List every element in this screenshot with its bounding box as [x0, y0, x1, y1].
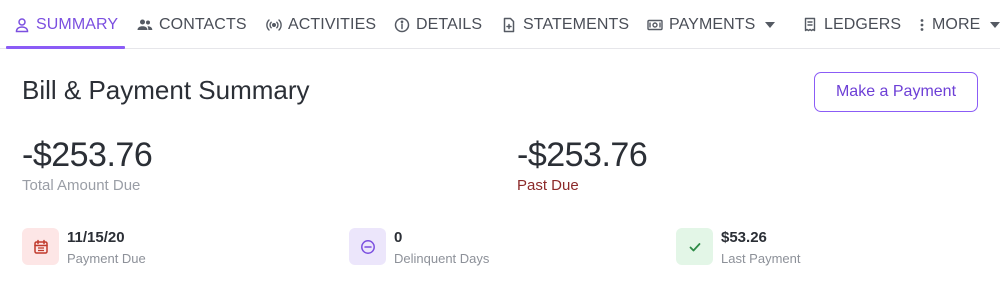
chevron-down-icon [990, 21, 1000, 28]
money-icon [647, 17, 663, 33]
tab-payments[interactable]: PAYMENTS [647, 0, 776, 49]
tab-details-label: DETAILS [416, 15, 483, 33]
active-tab-indicator [6, 46, 125, 49]
tab-ledgers-label: LEDGERS [824, 15, 902, 33]
last-payment-stat: $53.26 Last Payment [676, 228, 801, 268]
last-payment-value: $53.26 [721, 229, 767, 246]
info-icon [394, 17, 410, 33]
receipt-icon [802, 17, 818, 33]
tab-contacts-label: CONTACTS [159, 15, 247, 33]
kebab-icon [918, 17, 926, 33]
person-icon [14, 17, 30, 33]
page-title: Bill & Payment Summary [22, 75, 310, 105]
tab-contacts[interactable]: CONTACTS [137, 0, 247, 49]
tab-payments-label: PAYMENTS [669, 15, 756, 33]
payment-due-label: Payment Due [67, 251, 146, 266]
tab-ledgers[interactable]: LEDGERS [802, 0, 901, 49]
chevron-down-icon [765, 21, 776, 28]
delinquent-days-value: 0 [394, 229, 403, 246]
tab-activities-label: ACTIVITIES [288, 15, 377, 33]
tab-more-label: MORE [932, 15, 981, 33]
payment-due-stat: 11/15/20 Payment Due [22, 228, 146, 268]
past-due-label: Past Due [517, 177, 579, 194]
tab-more[interactable]: MORE [918, 0, 1000, 49]
total-amount-label: Total Amount Due [22, 177, 141, 194]
tab-bar: SUMMARY CONTACTS ACTIVITIES DETAILS STAT… [0, 0, 1000, 49]
payment-due-value: 11/15/20 [67, 229, 125, 246]
tab-summary[interactable]: SUMMARY [14, 0, 118, 49]
last-payment-label: Last Payment [721, 251, 801, 266]
minus-circle-icon [349, 228, 386, 265]
make-payment-button[interactable]: Make a Payment [814, 72, 978, 112]
past-due-value: -$253.76 [517, 136, 648, 174]
tab-statements[interactable]: STATEMENTS [501, 0, 629, 49]
calendar-icon [22, 228, 59, 265]
tab-statements-label: STATEMENTS [523, 15, 630, 33]
check-icon [676, 228, 713, 265]
people-icon [137, 17, 153, 33]
total-amount-value: -$253.76 [22, 136, 153, 174]
tab-details[interactable]: DETAILS [394, 0, 482, 49]
document-icon [501, 17, 517, 33]
delinquent-days-stat: 0 Delinquent Days [349, 228, 489, 268]
broadcast-icon [266, 17, 282, 33]
delinquent-days-label: Delinquent Days [394, 251, 490, 266]
tab-summary-label: SUMMARY [36, 15, 119, 33]
tab-activities[interactable]: ACTIVITIES [266, 0, 376, 49]
